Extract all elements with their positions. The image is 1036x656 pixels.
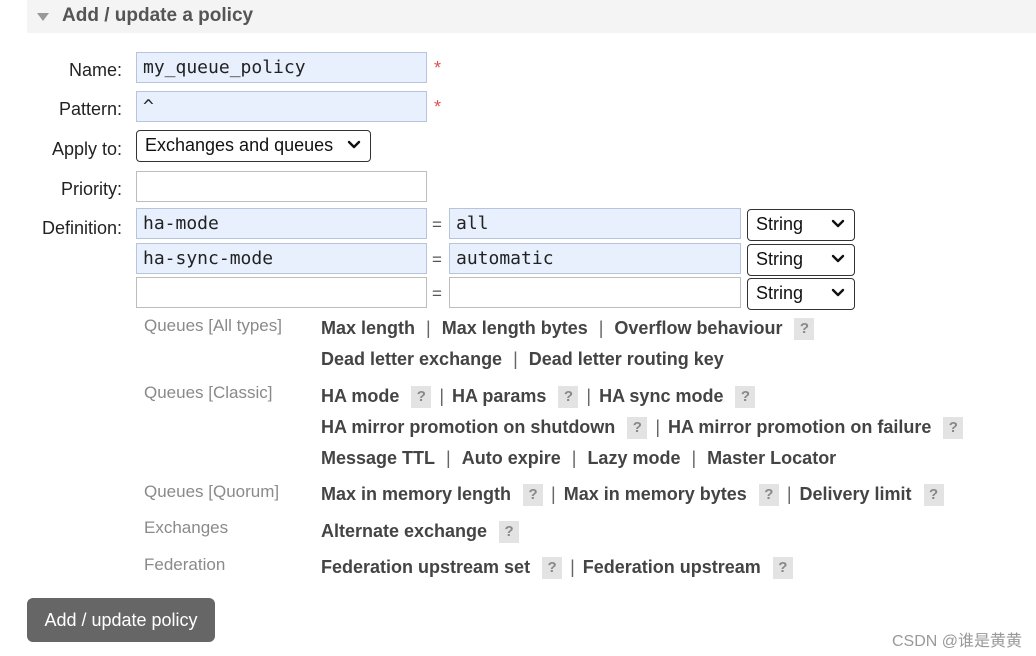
name-label: Name: bbox=[68, 60, 122, 80]
separator: | bbox=[551, 484, 556, 504]
definition-value-input[interactable] bbox=[449, 277, 741, 308]
key-link-ha-mirror-promotion-on-shutdown[interactable]: HA mirror promotion on shutdown bbox=[321, 417, 615, 437]
collapse-triangle-icon bbox=[37, 13, 49, 21]
definition-type-select[interactable]: String bbox=[747, 244, 855, 276]
name-input[interactable] bbox=[136, 52, 427, 83]
pattern-required-mark: * bbox=[434, 97, 442, 117]
apply-to-select[interactable]: Exchanges and queues bbox=[136, 130, 371, 162]
key-link-federation-upstream-set[interactable]: Federation upstream set bbox=[321, 557, 530, 577]
pattern-label: Pattern: bbox=[58, 99, 122, 119]
category-label-federation: Federation bbox=[144, 555, 226, 574]
help-button[interactable]: ? bbox=[542, 557, 563, 579]
definition-type-value: String bbox=[756, 214, 804, 234]
definition-key-input[interactable] bbox=[136, 208, 427, 239]
equals-sign: = bbox=[432, 215, 442, 234]
key-link-ha-mirror-promotion-on-failure[interactable]: HA mirror promotion on failure bbox=[668, 417, 931, 437]
key-line: Max in memory length? | Max in memory byte… bbox=[321, 484, 944, 506]
key-link-dead-letter-exchange[interactable]: Dead letter exchange bbox=[321, 349, 502, 369]
separator: | bbox=[439, 386, 445, 406]
watermark: CSDN @谁是黄黄 bbox=[891, 633, 1022, 650]
key-link-lazy-mode[interactable]: Lazy mode bbox=[587, 448, 680, 468]
separator: | bbox=[446, 448, 451, 468]
key-link-ha-params[interactable]: HA params bbox=[452, 386, 546, 406]
priority-input[interactable] bbox=[136, 171, 427, 202]
definition-value-input[interactable] bbox=[449, 208, 741, 239]
separator: | bbox=[570, 557, 575, 577]
definition-type-value: String bbox=[756, 283, 804, 303]
key-link-delivery-limit[interactable]: Delivery limit bbox=[800, 484, 912, 504]
help-button[interactable]: ? bbox=[772, 557, 793, 579]
definition-key-input[interactable] bbox=[136, 277, 427, 308]
chevron-down-icon bbox=[347, 140, 361, 149]
definition-type-select[interactable]: String bbox=[747, 209, 855, 241]
add-update-policy-button[interactable]: Add / update policy bbox=[27, 598, 215, 642]
definition-label: Definition: bbox=[41, 218, 122, 238]
chevron-down-icon bbox=[831, 288, 845, 297]
key-line: HA mode? | HA params? | HA sync mode? bbox=[321, 386, 756, 408]
key-link-overflow-behaviour[interactable]: Overflow behaviour bbox=[614, 318, 782, 338]
section-title: Add / update a policy bbox=[62, 5, 254, 26]
definition-key-input[interactable] bbox=[136, 243, 427, 274]
key-link-federation-upstream[interactable]: Federation upstream bbox=[583, 557, 761, 577]
help-button[interactable]: ? bbox=[758, 484, 779, 506]
help-button[interactable]: ? bbox=[943, 417, 964, 439]
key-link-max-in-memory-bytes[interactable]: Max in memory bytes bbox=[564, 484, 747, 504]
separator: | bbox=[513, 349, 518, 369]
separator: | bbox=[571, 448, 577, 468]
category-label-queues-quorum: Queues [Quorum] bbox=[144, 482, 280, 501]
key-link-dead-letter-routing-key[interactable]: Dead letter routing key bbox=[529, 349, 724, 369]
key-link-message-ttl[interactable]: Message TTL bbox=[321, 448, 435, 468]
separator: | bbox=[691, 448, 697, 468]
category-label-exchanges: Exchanges bbox=[144, 518, 229, 537]
key-link-max-in-memory-length[interactable]: Max in memory length bbox=[321, 484, 511, 504]
help-button[interactable]: ? bbox=[735, 386, 756, 408]
help-button[interactable]: ? bbox=[558, 386, 579, 408]
key-line: Max length | Max length bytes | Overflow beh… bbox=[321, 318, 815, 340]
category-label-queues-classic: Queues [Classic] bbox=[144, 383, 273, 402]
priority-label: Priority: bbox=[60, 179, 122, 199]
apply-to-label: Apply to: bbox=[51, 139, 122, 159]
category-label-queues-all: Queues [All types] bbox=[144, 316, 282, 335]
definition-value-input[interactable] bbox=[449, 243, 741, 274]
help-button[interactable]: ? bbox=[923, 484, 944, 506]
name-required-mark: * bbox=[434, 58, 442, 78]
chevron-down-icon bbox=[831, 219, 845, 228]
key-link-auto-expire[interactable]: Auto expire bbox=[462, 448, 561, 468]
key-link-max-length[interactable]: Max length bbox=[321, 318, 415, 338]
key-link-alternate-exchange[interactable]: Alternate exchange bbox=[321, 521, 487, 541]
help-button[interactable]: ? bbox=[411, 386, 432, 408]
key-link-master-locator[interactable]: Master Locator bbox=[707, 448, 836, 468]
help-button[interactable]: ? bbox=[499, 521, 520, 543]
help-button[interactable]: ? bbox=[627, 417, 648, 439]
section-header-add-policy[interactable]: Add / update a policy bbox=[27, 0, 1036, 33]
separator: | bbox=[426, 318, 431, 338]
key-line: HA mirror promotion on shutdown? | HA mirr… bbox=[321, 417, 964, 439]
definition-type-select[interactable]: String bbox=[747, 278, 855, 310]
key-line: Alternate exchange? bbox=[321, 521, 520, 543]
equals-sign: = bbox=[432, 250, 442, 269]
key-link-ha-mode[interactable]: HA mode bbox=[321, 386, 399, 406]
separator: | bbox=[598, 318, 604, 338]
separator: | bbox=[786, 484, 792, 504]
pattern-input[interactable] bbox=[136, 91, 427, 122]
definition-type-value: String bbox=[756, 249, 804, 269]
separator: | bbox=[655, 417, 660, 437]
help-button[interactable]: ? bbox=[523, 484, 544, 506]
equals-sign: = bbox=[432, 284, 442, 303]
separator: | bbox=[586, 386, 592, 406]
key-line: Dead letter exchange | Dead letter routing… bbox=[321, 349, 724, 370]
apply-to-selected-value: Exchanges and queues bbox=[145, 135, 334, 155]
help-button[interactable]: ? bbox=[794, 318, 815, 340]
key-line: Federation upstream set? | Federation upst… bbox=[321, 557, 793, 579]
chevron-down-icon bbox=[831, 254, 845, 263]
key-link-max-length-bytes[interactable]: Max length bytes bbox=[442, 318, 588, 338]
key-link-ha-sync-mode[interactable]: HA sync mode bbox=[599, 386, 723, 406]
key-line: Message TTL | Auto expire | Lazy mode | Master… bbox=[321, 448, 836, 469]
